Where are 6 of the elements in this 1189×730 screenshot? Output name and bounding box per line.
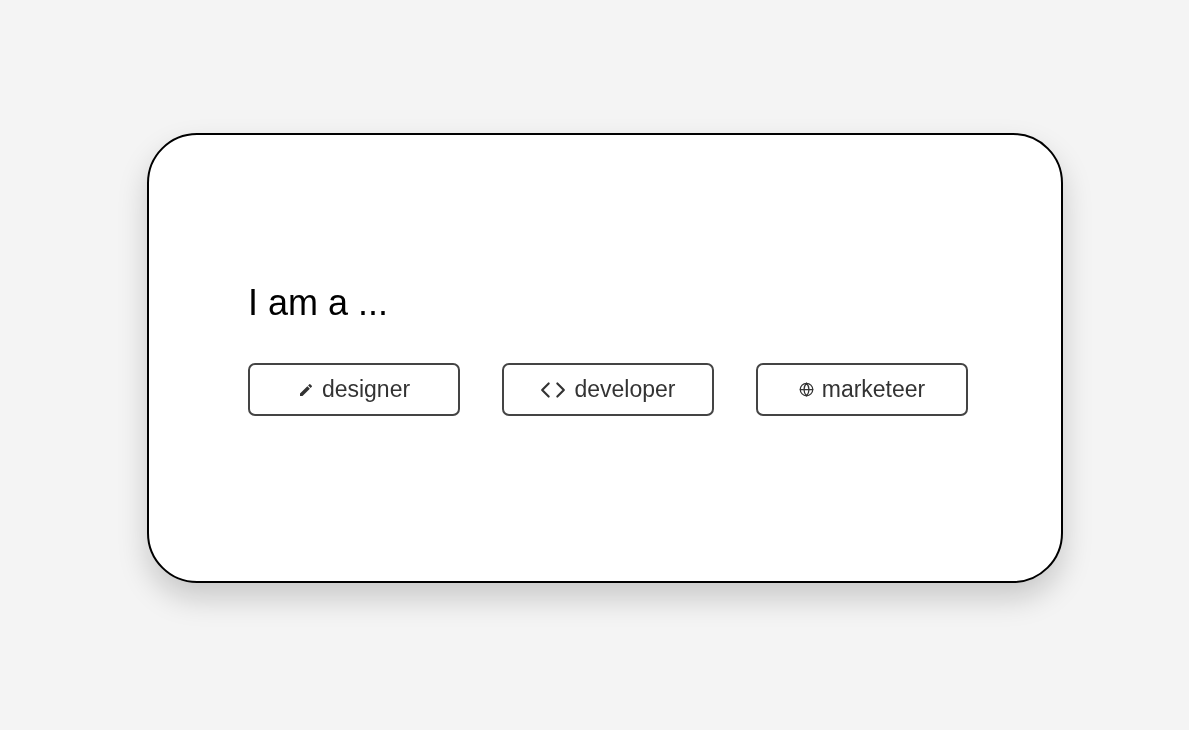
role-button[interactable]: designer (248, 363, 460, 416)
role-button[interactable]: developer (502, 363, 714, 416)
pencil-icon (297, 381, 314, 398)
role-button[interactable]: marketeer (756, 363, 968, 416)
globe-icon (798, 382, 814, 397)
heading: I am a ... (248, 281, 389, 325)
